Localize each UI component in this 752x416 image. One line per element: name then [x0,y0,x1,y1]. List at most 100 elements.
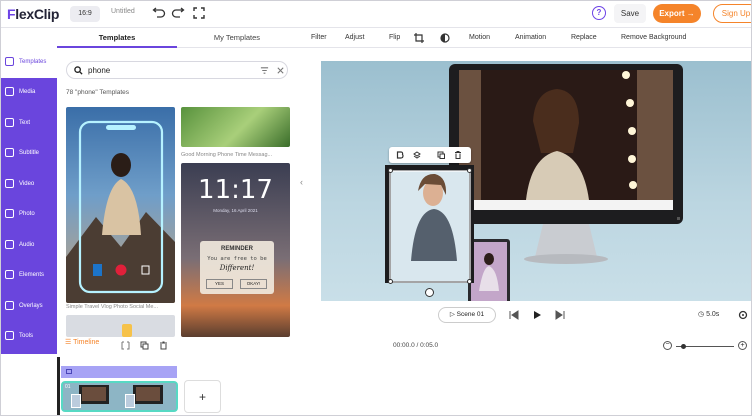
templates-icon [5,57,14,66]
template-caption: Good Morning Phone Time Messag... [181,152,273,158]
scene-duration[interactable]: ◷ 5.0s [698,310,719,318]
reminder-title: REMINDER [220,246,253,252]
previous-icon[interactable] [509,310,519,320]
template-search-input[interactable]: phone [66,61,288,79]
template-card-good-morning[interactable] [181,107,290,147]
track-icon [66,369,72,374]
reminder-line-2: Different! [219,264,255,272]
adjust-button[interactable]: Adjust [345,28,364,48]
rotate-icon[interactable] [425,288,434,297]
playhead[interactable] [57,357,60,415]
motion-button[interactable]: Motion [469,28,490,48]
crop-icon[interactable] [414,33,424,43]
tools-icon [5,331,14,340]
settings-icon[interactable] [738,310,748,320]
clip-thumbnails [63,383,176,410]
template-card-phone-reminder[interactable]: 11:17 Monday, 16 April 2021 REMINDER You… [181,163,290,337]
audio-track[interactable] [61,366,177,378]
add-scene-button[interactable]: + [184,380,221,413]
sidebar-item-photo[interactable]: Photo [1,200,57,230]
element-toolbar [389,147,471,163]
preview-canvas[interactable] [321,61,751,301]
clip-index: 01 [65,384,71,390]
template-card-partial[interactable] [66,315,175,337]
split-icon[interactable] [121,341,130,350]
clear-icon[interactable] [276,66,285,75]
timeline-icon: ☰ [65,339,74,346]
replace-button[interactable]: Replace [571,28,597,48]
elements-icon [5,270,14,279]
filter-icon[interactable] [260,66,269,75]
media-icon [5,87,14,96]
timeline-toggle[interactable]: ☰ Timeline [65,338,99,346]
sidebar-item-video[interactable]: Video [1,170,57,200]
redo-icon[interactable] [171,6,185,20]
fullscreen-icon[interactable] [192,6,206,20]
play-scene-icon: ▷ [449,311,457,318]
zoom-out-icon[interactable]: − [663,341,672,350]
sidebar-item-tools[interactable]: Tools [1,322,57,352]
zoom-slider-knob[interactable] [681,344,686,349]
reminder-okay-button: OKAY! [240,279,267,289]
scene-selector[interactable]: ▷ Scene 01 [438,307,496,323]
reminder-line-1: You are free to be [207,256,267,262]
aspect-ratio-button[interactable]: 16:9 [70,6,100,22]
copy-icon[interactable] [140,341,149,350]
template-thumbnail [66,120,175,303]
export-button[interactable]: Export → [653,4,701,23]
clock-time: 11:17 [198,175,273,205]
animation-button[interactable]: Animation [515,28,546,48]
top-bar: FlexClip 16:9 Untitled ? Save Export → S… [1,1,751,28]
signup-button[interactable]: Sign Up [713,4,751,23]
resize-handle[interactable] [467,279,472,284]
edit-toolbar: Filter Adjust Flip Motion Animation Repl… [303,28,751,48]
filter-button[interactable]: Filter [311,28,327,48]
trash-icon[interactable] [159,341,168,350]
opacity-icon[interactable] [440,33,450,43]
sidebar-item-elements[interactable]: Elements [1,261,57,291]
sidebar-item-overlays[interactable]: Overlays [1,292,57,322]
sidebar-item-templates[interactable]: Templates [1,48,57,78]
project-title[interactable]: Untitled [111,8,135,15]
resize-handle[interactable] [467,168,472,173]
save-button[interactable]: Save [614,4,646,23]
tab-templates[interactable]: Templates [57,28,177,48]
help-icon[interactable]: ? [592,6,606,20]
video-icon [5,179,14,188]
clock-date: Monday, 16 April 2021 [213,208,258,213]
sidebar-item-audio[interactable]: Audio [1,231,57,261]
clock-icon: ◷ [698,311,707,318]
next-icon[interactable] [555,310,565,320]
resize-handle[interactable] [388,168,393,173]
text-icon [5,118,14,127]
bold-icon[interactable] [396,151,404,159]
sidebar-item-subtitle[interactable]: Subtitle [1,139,57,169]
zoom-in-icon[interactable]: + [738,341,747,350]
scene-clip[interactable]: 01 [61,381,178,412]
duplicate-icon[interactable] [437,151,445,159]
sidebar-item-text[interactable]: Text [1,109,57,139]
template-thumbnail [122,324,132,337]
app-logo[interactable]: FlexClip [7,6,59,22]
remove-background-button[interactable]: Remove Background [621,28,686,48]
layers-icon[interactable] [413,151,421,159]
collapse-panel-icon[interactable]: ‹ [297,167,306,197]
play-icon[interactable] [532,310,542,320]
tab-my-templates[interactable]: My Templates [177,28,297,48]
template-count: 78 "phone" Templates [66,89,130,96]
search-icon [74,66,83,75]
undo-icon[interactable] [152,6,166,20]
template-card-travel-vlog[interactable] [66,107,175,303]
reminder-dialog: REMINDER You are free to be Different! Y… [200,241,274,294]
resize-handle[interactable] [388,279,393,284]
flip-button[interactable]: Flip [389,28,400,48]
photo-icon [5,209,14,218]
sidebar-item-media[interactable]: Media [1,78,57,108]
timecode: 00:00.0 / 0:05.0 [393,342,439,349]
overlays-icon [5,301,14,310]
panel-tabs: Templates My Templates [57,28,303,48]
delete-icon[interactable] [454,151,462,159]
subtitle-icon [5,148,14,157]
template-caption: Simple Travel Vlog Photo Social Me... [66,304,159,310]
audio-icon [5,240,14,249]
